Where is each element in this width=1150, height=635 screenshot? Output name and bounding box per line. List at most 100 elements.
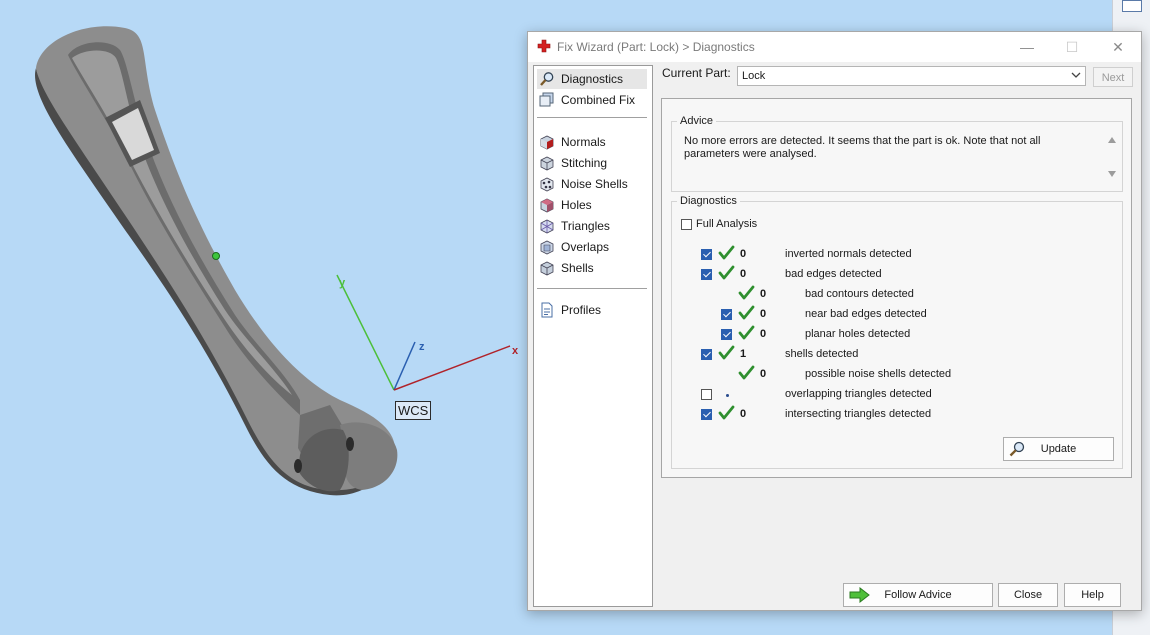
advice-text: No more errors are detected. It seems th… (684, 135, 1041, 160)
magnifier-icon (1009, 441, 1025, 457)
advice-scrollbar[interactable] (1106, 133, 1118, 181)
background-app-button[interactable] (1122, 0, 1142, 12)
update-button[interactable]: Update (1003, 437, 1114, 461)
follow-advice-button[interactable]: Follow Advice (843, 583, 993, 607)
planar-holes-checkbox[interactable] (721, 329, 732, 340)
green-check-icon (738, 305, 755, 320)
nav-item-normals[interactable]: Normals (537, 132, 647, 152)
bad-edges-label: bad edges detected (785, 268, 882, 280)
green-check-icon (718, 345, 735, 360)
title-bar[interactable]: Fix Wizard (Part: Lock) > Diagnostics — … (528, 32, 1141, 62)
magnifier-icon (540, 72, 554, 86)
nav-item-stitching[interactable]: Stitching (537, 153, 647, 173)
nav-item-overlaps[interactable]: Overlaps (537, 237, 647, 257)
update-label: Update (1040, 443, 1077, 455)
intersecting-triangles-count: 0 (740, 408, 747, 420)
inverted-normals-label: inverted normals detected (785, 248, 912, 260)
full-analysis-checkbox[interactable] (681, 219, 692, 230)
diagnostics-panel: Advice No more errors are detected. It s… (661, 98, 1132, 478)
inverted-normals-checkbox[interactable] (701, 249, 712, 260)
y-axis-label: y (339, 277, 346, 289)
nav-item-noise-shells[interactable]: Noise Shells (537, 174, 647, 194)
normals-cube-icon (540, 135, 554, 150)
advice-group: Advice No more errors are detected. It s… (671, 115, 1123, 192)
nav-item-shells[interactable]: Shells (537, 258, 647, 278)
noise-shells-icon (540, 177, 554, 192)
bad-edges-count: 0 (740, 268, 747, 280)
planar-holes-count: 0 (760, 328, 767, 340)
nav-item-diagnostics[interactable]: Diagnostics (537, 69, 647, 89)
next-button[interactable]: Next (1093, 67, 1133, 87)
green-check-icon (718, 245, 735, 260)
nav-label: Stitching (561, 156, 608, 170)
bad-edges-checkbox[interactable] (701, 269, 712, 280)
minimize-button[interactable]: — (1013, 36, 1041, 58)
near-bad-edges-count: 0 (760, 308, 767, 320)
diagnostics-group: Diagnostics Full Analysis 0 inverted nor… (671, 195, 1123, 469)
lock-part-model[interactable] (35, 26, 398, 496)
green-check-icon (738, 325, 755, 340)
current-part-select[interactable]: Lock (737, 66, 1086, 86)
combined-fix-icon (539, 92, 554, 107)
nav-item-holes[interactable]: Holes (537, 195, 647, 215)
nav-divider (537, 288, 647, 289)
follow-advice-label: Follow Advice (884, 589, 952, 601)
near-bad-edges-label: near bad edges detected (805, 308, 927, 320)
current-part-value: Lock (742, 70, 766, 82)
advice-legend: Advice (680, 115, 714, 127)
shells-count: 1 (740, 348, 747, 360)
near-bad-edges-checkbox[interactable] (721, 309, 732, 320)
close-window-button[interactable]: ✕ (1104, 36, 1132, 58)
wizard-nav-panel: Diagnostics Combined Fix Normals Stitchi… (533, 65, 653, 607)
green-check-icon (718, 405, 735, 420)
full-analysis-label: Full Analysis (696, 218, 758, 230)
green-check-icon (738, 285, 755, 300)
nav-label: Noise Shells (561, 177, 628, 191)
nav-item-triangles[interactable]: Triangles (537, 216, 647, 236)
nav-label: Combined Fix (561, 93, 636, 107)
nav-label: Profiles (561, 303, 602, 317)
profiles-document-icon (541, 302, 553, 318)
dialog-title: Fix Wizard (Part: Lock) > Diagnostics (557, 40, 755, 54)
nav-label: Normals (561, 135, 606, 149)
bad-contours-count: 0 (760, 288, 767, 300)
nav-label: Diagnostics (561, 72, 624, 86)
intersecting-triangles-checkbox[interactable] (701, 409, 712, 420)
nav-item-combined-fix[interactable]: Combined Fix (537, 90, 647, 110)
overlapping-triangles-label: overlapping triangles detected (785, 388, 932, 400)
x-axis-label: x (512, 345, 519, 357)
wcs-label: WCS (395, 401, 432, 420)
green-check-icon (738, 365, 755, 380)
diagnostics-legend: Diagnostics (680, 195, 737, 207)
maximize-button[interactable]: ☐ (1058, 36, 1086, 58)
inverted-normals-count: 0 (740, 248, 747, 260)
scroll-up-arrow-icon[interactable] (1108, 137, 1116, 143)
planar-holes-label: planar holes detected (805, 328, 911, 340)
z-axis-label: z (419, 341, 425, 353)
shells-checkbox[interactable] (701, 349, 712, 360)
fix-wizard-dialog: Fix Wizard (Part: Lock) > Diagnostics — … (527, 31, 1142, 611)
stitching-cube-icon (540, 156, 554, 171)
pending-dot-icon (726, 394, 729, 397)
overlapping-triangles-checkbox[interactable] (701, 389, 712, 400)
bad-contours-label: bad contours detected (805, 288, 914, 300)
nav-label: Shells (561, 261, 594, 275)
green-arrow-right-icon (849, 587, 870, 603)
noise-shells-count: 0 (760, 368, 767, 380)
nav-item-profiles[interactable]: Profiles (537, 300, 647, 320)
triangles-cube-icon (540, 219, 554, 234)
holes-cube-icon (540, 198, 554, 213)
nav-label: Holes (561, 198, 592, 212)
nav-label: Triangles (561, 219, 610, 233)
shells-label: shells detected (785, 348, 859, 360)
scroll-down-arrow-icon[interactable] (1108, 171, 1116, 177)
green-check-icon (718, 265, 735, 280)
intersecting-triangles-label: intersecting triangles detected (785, 408, 932, 420)
chevron-down-icon (1071, 72, 1081, 78)
noise-shells-label: possible noise shells detected (805, 368, 952, 380)
close-button[interactable]: Close (998, 583, 1058, 607)
help-button[interactable]: Help (1064, 583, 1121, 607)
current-part-label: Current Part: (662, 66, 731, 80)
nav-divider (537, 117, 647, 118)
nav-label: Overlaps (561, 240, 610, 254)
